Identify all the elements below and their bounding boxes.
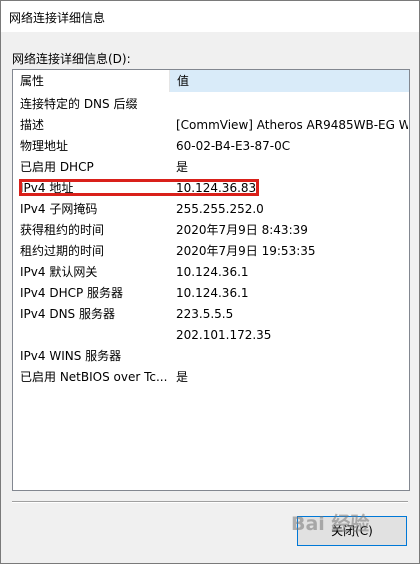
- value-cell: 255.255.252.0: [176, 202, 264, 216]
- value-cell: 2020年7月9日 8:43:39: [176, 223, 308, 237]
- table-row[interactable]: 获得租约的时间 2020年7月9日 8:43:39: [13, 220, 409, 241]
- ipv4-highlight-annotation: [19, 179, 259, 196]
- table-row[interactable]: 描述 [CommView] Atheros AR9485WB-EG Wi: [13, 115, 409, 136]
- column-header-property[interactable]: 属性: [13, 70, 170, 92]
- property-cell: 物理地址: [20, 139, 69, 153]
- value-cell: 是: [176, 160, 189, 174]
- table-row[interactable]: 已启用 DHCP 是: [13, 157, 409, 178]
- property-cell: 已启用 NetBIOS over Tc...: [20, 370, 168, 384]
- property-cell: 描述: [20, 118, 45, 132]
- dialog-window: 网络连接详细信息 网络连接详细信息(D): 属性 值 连接特定的 DNS 后缀 …: [0, 0, 420, 564]
- property-cell: IPv4 DHCP 服务器: [20, 286, 124, 300]
- table-row[interactable]: 已启用 NetBIOS over Tc... 是: [13, 367, 409, 388]
- title-bar[interactable]: 网络连接详细信息: [1, 1, 419, 32]
- table-row[interactable]: 202.101.172.35: [13, 325, 409, 346]
- column-header-value[interactable]: 值: [170, 70, 409, 92]
- table-row[interactable]: IPv4 WINS 服务器: [13, 346, 409, 367]
- property-cell: 获得租约的时间: [20, 223, 105, 237]
- table-row[interactable]: 连接特定的 DNS 后缀: [13, 94, 409, 115]
- property-cell: IPv4 DNS 服务器: [20, 307, 115, 321]
- table-row[interactable]: IPv4 子网掩码 255.255.252.0: [13, 199, 409, 220]
- property-cell: 已启用 DHCP: [20, 160, 94, 174]
- table-row[interactable]: IPv4 DHCP 服务器 10.124.36.1: [13, 283, 409, 304]
- table-row[interactable]: IPv4 DNS 服务器 223.5.5.5: [13, 304, 409, 325]
- table-row[interactable]: 物理地址 60-02-B4-E3-87-0C: [13, 136, 409, 157]
- details-list[interactable]: 属性 值 连接特定的 DNS 后缀 描述 [CommView] Atheros A…: [12, 69, 410, 491]
- property-cell: IPv4 子网掩码: [20, 202, 98, 216]
- divider: [12, 501, 408, 503]
- window-title: 网络连接详细信息: [9, 11, 106, 25]
- close-button[interactable]: 关闭(C): [297, 516, 407, 546]
- value-cell: 2020年7月9日 19:53:35: [176, 244, 316, 258]
- property-cell: 连接特定的 DNS 后缀: [20, 97, 138, 111]
- property-cell: 租约过期的时间: [20, 244, 105, 258]
- value-cell: 202.101.172.35: [176, 328, 272, 342]
- property-cell: IPv4 WINS 服务器: [20, 349, 122, 363]
- value-cell: 223.5.5.5: [176, 307, 234, 321]
- list-header: 属性 值: [13, 70, 409, 92]
- value-cell: 60-02-B4-E3-87-0C: [176, 139, 291, 153]
- table-row[interactable]: 租约过期的时间 2020年7月9日 19:53:35: [13, 241, 409, 262]
- property-cell: IPv4 默认网关: [20, 265, 98, 279]
- table-row[interactable]: IPv4 默认网关 10.124.36.1: [13, 262, 409, 283]
- details-label: 网络连接详细信息(D):: [12, 52, 131, 66]
- list-rows: 连接特定的 DNS 后缀 描述 [CommView] Atheros AR9485…: [13, 94, 409, 388]
- value-cell: 10.124.36.1: [176, 286, 249, 300]
- value-cell: [CommView] Atheros AR9485WB-EG Wi: [176, 118, 408, 132]
- value-cell: 是: [176, 370, 189, 384]
- value-cell: 10.124.36.1: [176, 265, 249, 279]
